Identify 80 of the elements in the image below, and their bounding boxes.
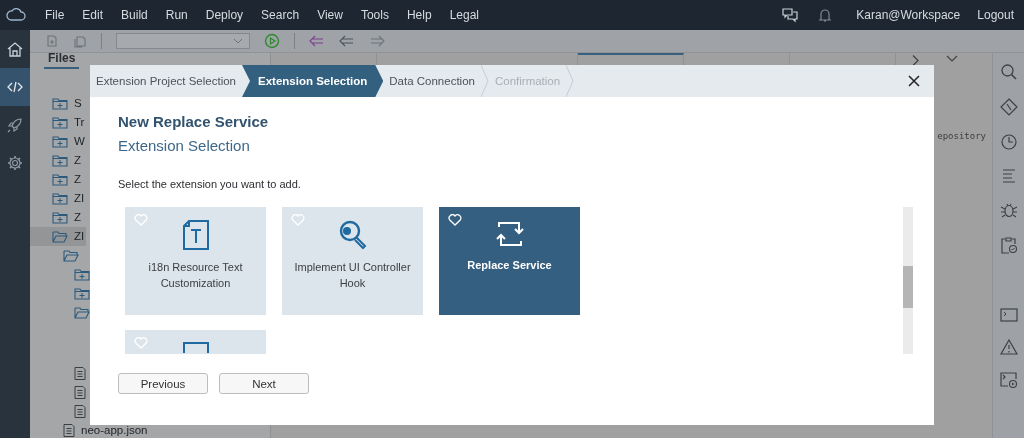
- rocket-icon: [6, 116, 24, 134]
- wizard-step[interactable]: Extension Project Selection: [90, 65, 242, 97]
- step-separator: [480, 65, 489, 97]
- heart-icon[interactable]: [448, 214, 462, 226]
- menu-item[interactable]: Build: [121, 8, 148, 22]
- swap-arrows-icon: [494, 219, 525, 249]
- git-diamond-icon[interactable]: [999, 98, 1018, 116]
- chat-icon[interactable]: [782, 7, 799, 23]
- extension-tile[interactable]: Implement UI Controller Hook: [282, 207, 423, 315]
- menu-item[interactable]: View: [317, 8, 343, 22]
- dropdown-field[interactable]: [116, 33, 250, 49]
- wizard-button[interactable]: Next: [219, 373, 309, 394]
- settings-icon: [6, 154, 24, 172]
- menu-item[interactable]: Legal: [449, 8, 479, 22]
- search-icon[interactable]: [999, 63, 1018, 81]
- user-name[interactable]: Karan@Workspace: [856, 8, 961, 22]
- dialog-title: New Replace Service: [118, 113, 270, 130]
- extension-tile[interactable]: i18n Resource Text Customization: [125, 207, 266, 315]
- menu-item[interactable]: Edit: [82, 8, 104, 22]
- tree-item[interactable]: S: [30, 97, 84, 110]
- chevron-down-icon[interactable]: [946, 55, 958, 63]
- tree-item[interactable]: Z: [30, 154, 84, 167]
- bug-icon[interactable]: [999, 201, 1018, 219]
- menu-item[interactable]: Deploy: [205, 8, 244, 22]
- folder-icon: [52, 154, 68, 167]
- text-document-icon: [180, 219, 211, 251]
- folder-icon: [52, 97, 68, 110]
- close-icon[interactable]: [908, 75, 920, 87]
- step-separator: [566, 65, 575, 97]
- menu-item[interactable]: Help: [406, 8, 432, 22]
- open-folder-icon: [63, 249, 79, 262]
- terminal-icon[interactable]: [999, 308, 1018, 322]
- warning-icon[interactable]: [999, 339, 1018, 355]
- clock-icon[interactable]: [999, 133, 1018, 151]
- panel-tab[interactable]: Files: [44, 52, 80, 69]
- file-icon: [74, 367, 86, 380]
- menu-item[interactable]: Tools: [360, 8, 389, 22]
- arrow-left-icon[interactable]: [309, 35, 325, 47]
- open-folder-icon: [74, 306, 90, 319]
- dialog-subtitle: Extension Selection: [118, 137, 251, 154]
- clipboard-check-icon[interactable]: [999, 236, 1018, 254]
- folder-icon: [52, 135, 68, 148]
- instruction-text: Select the extension you want to add.: [118, 178, 302, 190]
- folder-icon: [74, 268, 90, 281]
- console-play-icon[interactable]: [999, 372, 1018, 388]
- file-icon: [63, 424, 75, 437]
- folder-icon: [52, 116, 68, 129]
- tree-item[interactable]: Tr: [30, 116, 87, 129]
- home-icon: [6, 40, 24, 58]
- scrollbar-thumb[interactable]: [903, 266, 913, 308]
- chevron-right-icon[interactable]: [912, 55, 920, 66]
- open-folder-icon: [52, 230, 68, 243]
- file-icon: [74, 405, 86, 418]
- tree-item[interactable]: Z: [30, 211, 84, 224]
- arrow-left-icon[interactable]: [339, 35, 355, 47]
- cloud-logo-icon[interactable]: [6, 8, 26, 22]
- wizard-step[interactable]: Data Connection: [383, 65, 481, 97]
- extension-tile[interactable]: Replace Service: [439, 207, 580, 315]
- logout-link[interactable]: Logout: [977, 8, 1014, 22]
- folder-icon: [74, 287, 90, 300]
- menu-item[interactable]: Run: [165, 8, 188, 22]
- tree-item[interactable]: Z: [30, 173, 84, 186]
- tree-item[interactable]: W: [30, 135, 87, 148]
- scrollbar[interactable]: [903, 207, 913, 354]
- bell-icon[interactable]: [818, 7, 833, 23]
- folder-icon: [52, 173, 68, 186]
- extension-tile[interactable]: [125, 330, 266, 354]
- file-icon: [74, 386, 86, 399]
- tree-item[interactable]: ZI: [30, 230, 87, 243]
- menu-item[interactable]: Search: [261, 8, 300, 22]
- wizard-button[interactable]: Previous: [118, 373, 208, 394]
- folder-icon: [52, 192, 68, 205]
- tree-item[interactable]: ZI: [30, 192, 87, 205]
- caret-icon: [233, 38, 243, 44]
- folder-icon: [52, 211, 68, 224]
- document-icon: [180, 342, 211, 353]
- menu-item[interactable]: File: [45, 8, 65, 22]
- tree-item[interactable]: neo-app.json: [30, 424, 150, 437]
- code-text: epository: [937, 131, 986, 141]
- wizard-step[interactable]: Extension Selection: [242, 65, 384, 97]
